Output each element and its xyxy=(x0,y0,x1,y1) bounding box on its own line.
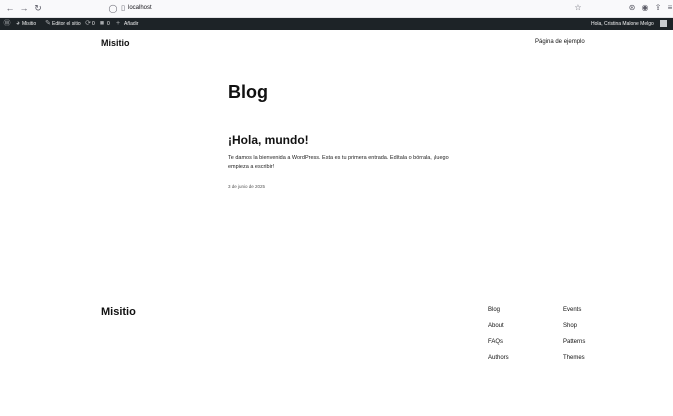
footer-link-themes[interactable]: Themes xyxy=(563,355,585,361)
wordpress-logo-icon[interactable]: Ⓦ xyxy=(2,19,12,29)
pocket-icon[interactable]: ⊛ xyxy=(626,2,638,14)
footer-link-faqs[interactable]: FAQs xyxy=(488,339,503,345)
footer-site-title[interactable]: Misitio xyxy=(101,306,136,318)
post-date[interactable]: 3 de junio de 2025 xyxy=(228,184,265,189)
forward-arrow-icon[interactable]: → xyxy=(18,2,30,14)
comments-icon: ■ xyxy=(99,20,105,27)
wp-admin-bar: Ⓦ ◕ Misitio ✎ Editor el sitio ⟳ 0 ■ 0 + … xyxy=(0,18,673,30)
footer-link-patterns[interactable]: Patterns xyxy=(563,339,585,345)
avatar[interactable] xyxy=(660,20,667,27)
shield-icon[interactable]: ◯ xyxy=(108,3,118,14)
comments-count[interactable]: 0 xyxy=(107,18,110,30)
page-title: Blog xyxy=(228,82,268,102)
nav-link-sample-page[interactable]: Página de ejemplo xyxy=(535,39,585,45)
site-title[interactable]: Misitio xyxy=(101,38,130,48)
back-arrow-icon[interactable]: ← xyxy=(4,2,16,14)
admin-bar-new[interactable]: Añadir xyxy=(124,18,138,30)
footer-link-blog[interactable]: Blog xyxy=(488,307,500,313)
footer-link-about[interactable]: About xyxy=(488,323,504,329)
browser-toolbar: ← → ↻ ◯ ▯ localhost ☆ ⊛ ◉ ⇪ ≡ xyxy=(0,0,673,18)
account-icon[interactable]: ◉ xyxy=(639,2,651,14)
reload-icon[interactable]: ↻ xyxy=(32,2,44,14)
footer-link-events[interactable]: Events xyxy=(563,307,581,313)
plus-icon: + xyxy=(115,20,121,27)
admin-bar-editor[interactable]: Editor el sitio xyxy=(52,18,81,30)
url-bar[interactable]: localhost xyxy=(128,3,152,14)
menu-icon[interactable]: ≡ xyxy=(664,2,673,14)
updates-count[interactable]: 0 xyxy=(92,18,95,30)
admin-bar-greeting[interactable]: Hola, Cristina Malone Melgo xyxy=(591,18,654,30)
page-icon[interactable]: ▯ xyxy=(119,3,127,14)
star-bookmark-icon[interactable]: ☆ xyxy=(572,2,584,14)
footer-link-shop[interactable]: Shop xyxy=(563,323,577,329)
post-title-link[interactable]: ¡Hola, mundo! xyxy=(228,133,309,147)
footer-link-authors[interactable]: Authors xyxy=(488,355,509,361)
extensions-icon[interactable]: ⇪ xyxy=(652,2,664,14)
admin-bar-site-name[interactable]: Misitio xyxy=(22,18,36,30)
post-excerpt: Te damos la bienvenida a WordPress. Esta… xyxy=(228,155,449,170)
